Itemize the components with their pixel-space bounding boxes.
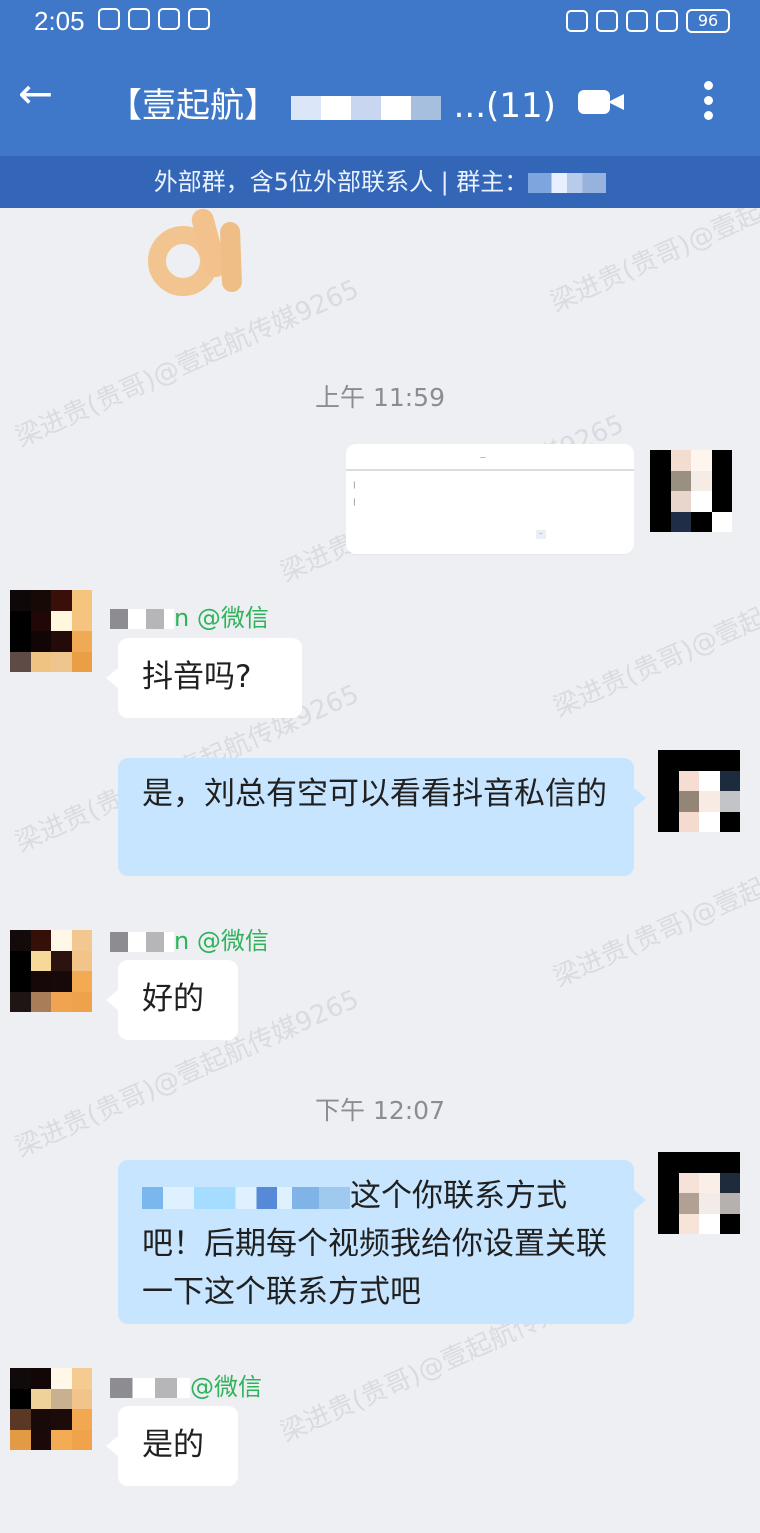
preview-text: ▏ [354,499,359,506]
blurred-title-text [290,95,441,120]
message-text: 是的 [142,1427,204,1463]
preview-text: — [480,454,486,461]
message-bubble[interactable]: 好的 [106,960,238,1040]
watermark-text: 梁进贵(贵哥)@壹起航传媒9265 [549,544,760,724]
avatar[interactable] [10,930,92,1012]
bubble-tail [634,788,646,808]
group-subtitle-text: 外部群，含5位外部联系人 | 群主： [153,168,529,196]
name-blur [110,1378,190,1398]
avatar[interactable] [658,750,740,832]
bubble-tail [106,668,118,688]
signal-icon [656,10,678,32]
bluetooth-icon [566,10,588,32]
chat-title-suffix: ...(11) [453,86,556,126]
watermark-text: 梁进贵(贵哥)@壹起航传媒9265 [546,208,760,319]
timestamp: 上午 11:59 [315,383,445,412]
nfc-icon [158,8,180,30]
sender-name: n @微信 [110,921,269,955]
group-owner-blur [528,173,607,193]
message-text: 抖音吗? [142,659,252,695]
chat-area[interactable]: 梁进贵(贵哥)@壹起航传媒9265 梁进贵(贵哥)@壹起航传媒9265 梁进贵(… [0,208,760,1533]
sender-suffix: n @微信 [174,927,269,955]
message-text: 是，刘总有空可以看看抖音私信的 [142,776,607,812]
preview-text: ▏ [354,482,359,489]
avatar[interactable] [10,1368,92,1450]
notification-icon [98,8,120,30]
bubble-tail [106,990,118,1010]
status-left-icons [98,8,210,30]
status-right-icons: 96 [566,9,730,33]
wifi-icon [626,10,648,32]
name-blur [110,932,174,952]
chat-title: 【壹起航】 ...(11) [108,78,556,127]
weather-icon [128,8,150,30]
preview-text: ·· [536,530,546,539]
chat-header: ← 【壹起航】 ...(11) [0,46,760,156]
video-call-icon[interactable] [578,84,628,118]
message-bubble[interactable]: 是，刘总有空可以看看抖音私信的 [118,758,646,876]
status-time: 2:05 [34,6,85,36]
avatar[interactable] [650,450,732,532]
avatar[interactable] [658,1152,740,1234]
blurred-contact [142,1186,350,1209]
vibrate-icon [596,10,618,32]
bubble-tail [106,1436,118,1456]
message-bubble[interactable]: 这个你联系方式吧！后期每个视频我给你设置关联一下这个联系方式吧 [118,1160,646,1324]
chat-title-prefix: 【壹起航】 [108,86,278,126]
sender-name: n @微信 [110,598,269,632]
group-subtitle: 外部群，含5位外部联系人 | 群主： [0,156,760,208]
avatar[interactable] [10,590,92,672]
status-bar: 2:05 96 [0,0,760,46]
sender-name: @微信 [110,1367,262,1401]
name-blur [110,609,174,629]
timestamp: 下午 12:07 [315,1096,445,1125]
image-preview[interactable]: — ▏ ▏ ·· [346,444,634,554]
more-vertical-icon[interactable] [702,81,714,129]
bubble-tail [634,1190,646,1210]
sender-suffix: @微信 [190,1373,262,1401]
back-arrow-icon[interactable]: ← [18,73,58,116]
message-bubble[interactable]: 是的 [106,1406,238,1486]
sender-suffix: n @微信 [174,604,269,632]
battery-icon: 96 [686,9,730,33]
ok-hand-emoji [136,208,256,310]
alarm-icon [188,8,210,30]
message-text: 好的 [142,981,204,1017]
message-bubble[interactable]: 抖音吗? [106,638,302,718]
